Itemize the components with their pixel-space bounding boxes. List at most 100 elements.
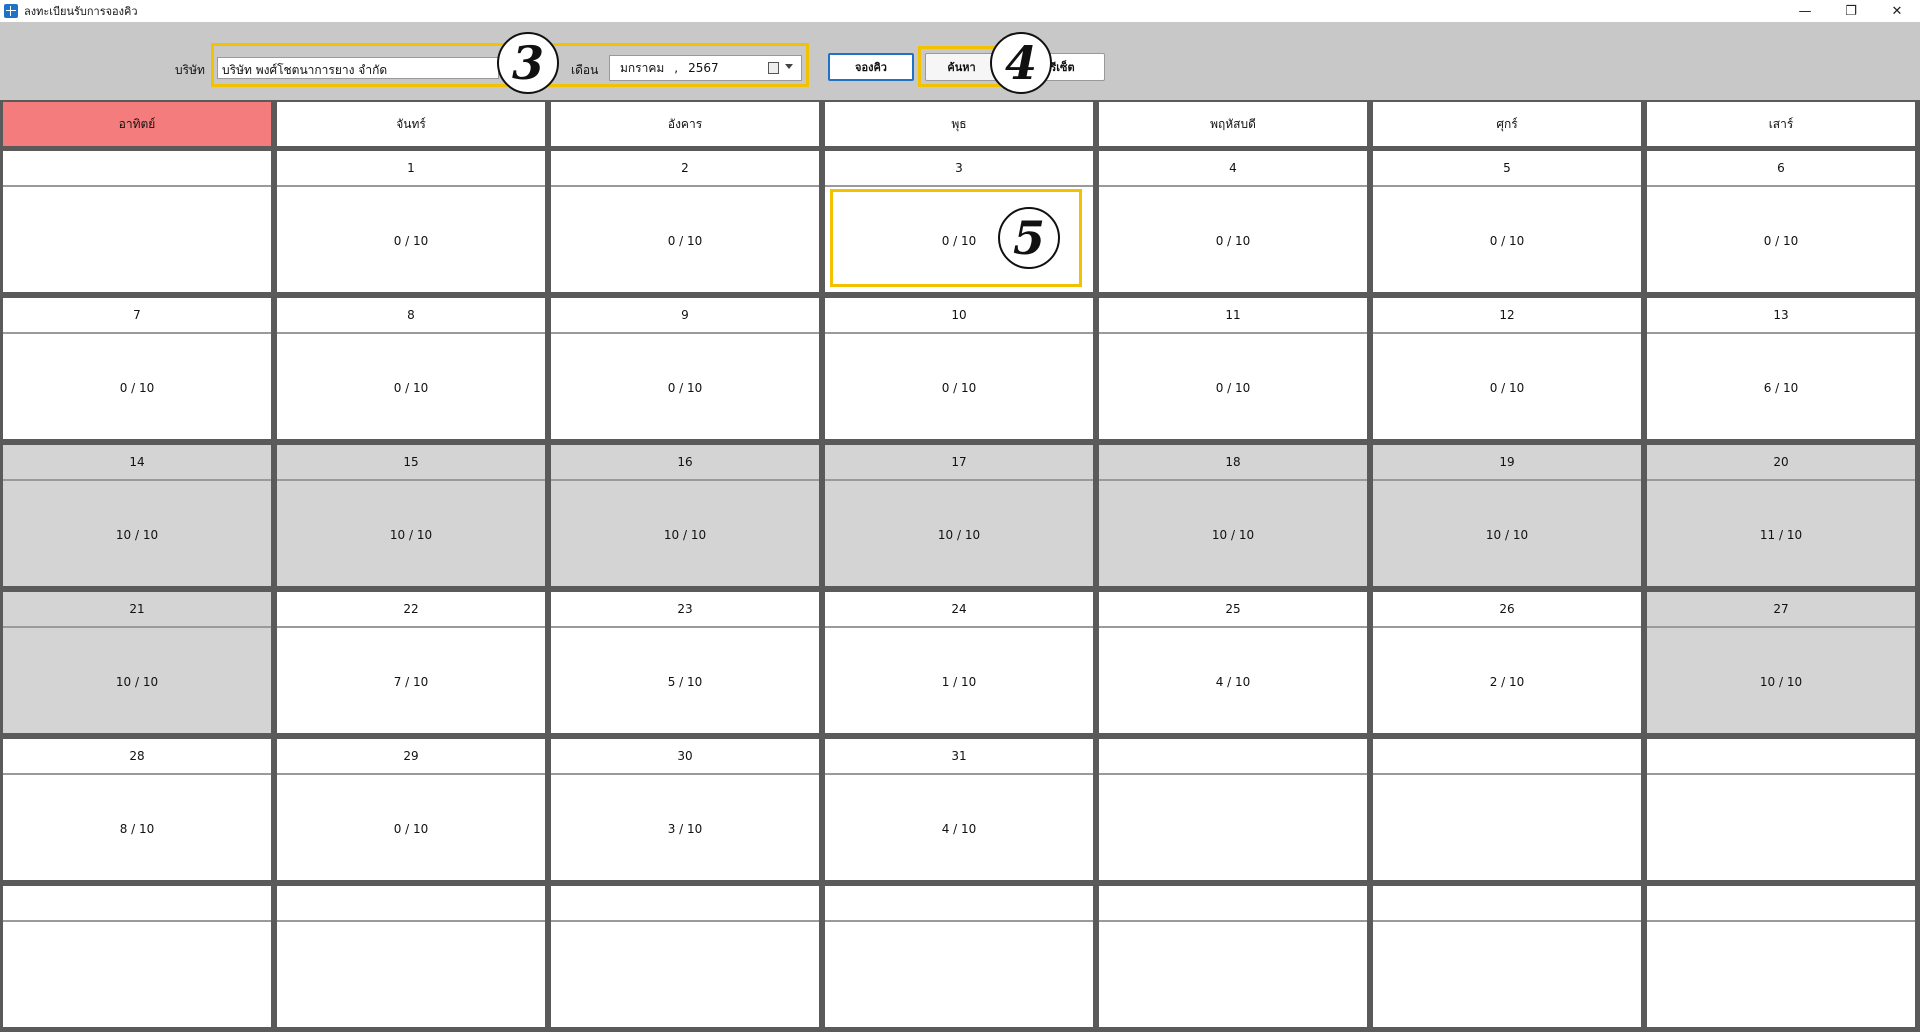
window-controls: — ❐ ✕ (1782, 0, 1920, 22)
calendar-day-cell[interactable]: 25 4 / 10 (1099, 592, 1367, 733)
calendar-day-cell[interactable]: 11 0 / 10 (1099, 298, 1367, 439)
calendar-day-cell[interactable] (551, 886, 819, 1027)
month-picker[interactable]: มกราคม , 2567 (609, 55, 802, 81)
calendar-day-cell[interactable] (825, 886, 1093, 1027)
calendar-day-cell[interactable]: 5 0 / 10 (1373, 151, 1641, 292)
calendar-day-cell[interactable]: 21 10 / 10 (3, 592, 271, 733)
day-number: 14 (3, 445, 271, 481)
booking-count: 3 / 10 (667, 821, 703, 836)
booking-count (277, 924, 545, 1027)
calendar-day-cell[interactable]: 24 1 / 10 (825, 592, 1093, 733)
calendar-day-cell[interactable] (1373, 739, 1641, 880)
booking-count: 0 / 10 (1489, 380, 1525, 395)
calendar-day-cell[interactable]: 20 11 / 10 (1647, 445, 1915, 586)
day-number: 16 (551, 445, 819, 481)
booking-count: 10 / 10 (1211, 527, 1255, 542)
callout-5: 5 (998, 207, 1060, 269)
day-number: 12 (1373, 298, 1641, 334)
booking-count: 0 / 10 (667, 233, 703, 248)
booking-count: 0 / 10 (1489, 233, 1525, 248)
day-number: 27 (1647, 592, 1915, 628)
calendar-day-cell[interactable] (1099, 886, 1367, 1027)
month-separator: , (674, 61, 679, 75)
close-button[interactable]: ✕ (1874, 0, 1920, 22)
calendar-day-cell[interactable]: 19 10 / 10 (1373, 445, 1641, 586)
callout-3: 3 (497, 32, 559, 94)
minimize-button[interactable]: — (1782, 0, 1828, 22)
calendar-day-cell[interactable]: 16 10 / 10 (551, 445, 819, 586)
weekday-header: พฤหัสบดี (1099, 102, 1367, 146)
company-label: บริษัท (175, 63, 205, 77)
day-number: 13 (1647, 298, 1915, 334)
booking-count (1373, 924, 1641, 1027)
restore-button[interactable]: ❐ (1828, 0, 1874, 22)
calendar-day-cell[interactable]: 28 8 / 10 (3, 739, 271, 880)
calendar-day-cell[interactable] (1647, 739, 1915, 880)
booking-count (3, 189, 271, 292)
calendar-day-cell[interactable] (277, 886, 545, 1027)
booking-count (1647, 777, 1915, 880)
day-number (1373, 886, 1641, 922)
search-button[interactable]: ค้นหา (925, 53, 998, 81)
calendar-day-cell[interactable] (1099, 739, 1367, 880)
day-number (551, 886, 819, 922)
calendar-day-cell[interactable] (3, 886, 271, 1027)
day-number: 26 (1373, 592, 1641, 628)
calendar-day-cell[interactable]: 4 0 / 10 (1099, 151, 1367, 292)
calendar-day-cell[interactable]: 12 0 / 10 (1373, 298, 1641, 439)
calendar-day-cell[interactable]: 14 10 / 10 (3, 445, 271, 586)
calendar-day-cell[interactable]: 15 10 / 10 (277, 445, 545, 586)
day-number (3, 886, 271, 922)
booking-count: 0 / 10 (393, 233, 429, 248)
year-value: 2567 (688, 61, 719, 75)
booking-count (551, 924, 819, 1027)
booking-count: 2 / 10 (1489, 674, 1525, 689)
day-number: 30 (551, 739, 819, 775)
calendar-icon[interactable] (768, 62, 779, 74)
book-queue-button[interactable]: จองคิว (828, 53, 914, 81)
calendar-day-cell[interactable]: 30 3 / 10 (551, 739, 819, 880)
day-number: 17 (825, 445, 1093, 481)
day-number (277, 886, 545, 922)
calendar-day-cell[interactable]: 18 10 / 10 (1099, 445, 1367, 586)
calendar-day-cell[interactable]: 31 4 / 10 (825, 739, 1093, 880)
calendar-day-cell[interactable]: 23 5 / 10 (551, 592, 819, 733)
booking-count (3, 924, 271, 1027)
day-number: 1 (277, 151, 545, 187)
booking-count: 0 / 10 (1763, 233, 1799, 248)
calendar-day-cell[interactable]: 29 0 / 10 (277, 739, 545, 880)
day-number (825, 886, 1093, 922)
calendar-day-cell[interactable] (1647, 886, 1915, 1027)
company-field[interactable]: บริษัท พงศ์โชตนาการยาง จำกัด (217, 57, 499, 79)
month-calendar: อาทิตย์ จันทร์ อังคาร พุธ พฤหัสบดี ศุกร์ เสาร์… (0, 100, 1920, 1032)
calendar-day-cell[interactable]: 7 0 / 10 (3, 298, 271, 439)
calendar-day-cell[interactable] (3, 151, 271, 292)
calendar-day-cell[interactable]: 1 0 / 10 (277, 151, 545, 292)
day-number (1099, 886, 1367, 922)
calendar-day-cell[interactable]: 13 6 / 10 (1647, 298, 1915, 439)
window-title: ลงทะเบียนรับการจองคิว (24, 5, 138, 18)
day-number: 6 (1647, 151, 1915, 187)
calendar-day-cell[interactable]: 6 0 / 10 (1647, 151, 1915, 292)
calendar-day-cell[interactable]: 8 0 / 10 (277, 298, 545, 439)
calendar-day-cell[interactable] (1373, 886, 1641, 1027)
title-bar: ลงทะเบียนรับการจองคิว — ❐ ✕ (0, 0, 1920, 22)
day-number: 2 (551, 151, 819, 187)
booking-count: 10 / 10 (115, 674, 159, 689)
calendar-day-cell[interactable]: 27 10 / 10 (1647, 592, 1915, 733)
calendar-day-cell[interactable]: 22 7 / 10 (277, 592, 545, 733)
booking-count (1647, 924, 1915, 1027)
calendar-day-cell[interactable]: 17 10 / 10 (825, 445, 1093, 586)
calendar-day-cell[interactable]: 10 0 / 10 (825, 298, 1093, 439)
booking-count: 4 / 10 (941, 821, 977, 836)
booking-count: 0 / 10 (393, 821, 429, 836)
chevron-down-icon[interactable] (785, 64, 793, 69)
day-number: 20 (1647, 445, 1915, 481)
day-number: 31 (825, 739, 1093, 775)
calendar-day-cell[interactable]: 26 2 / 10 (1373, 592, 1641, 733)
day-number (1647, 886, 1915, 922)
calendar-day-cell[interactable]: 9 0 / 10 (551, 298, 819, 439)
calendar-day-cell[interactable]: 2 0 / 10 (551, 151, 819, 292)
day-number: 4 (1099, 151, 1367, 187)
weekday-header: อาทิตย์ (3, 102, 271, 146)
